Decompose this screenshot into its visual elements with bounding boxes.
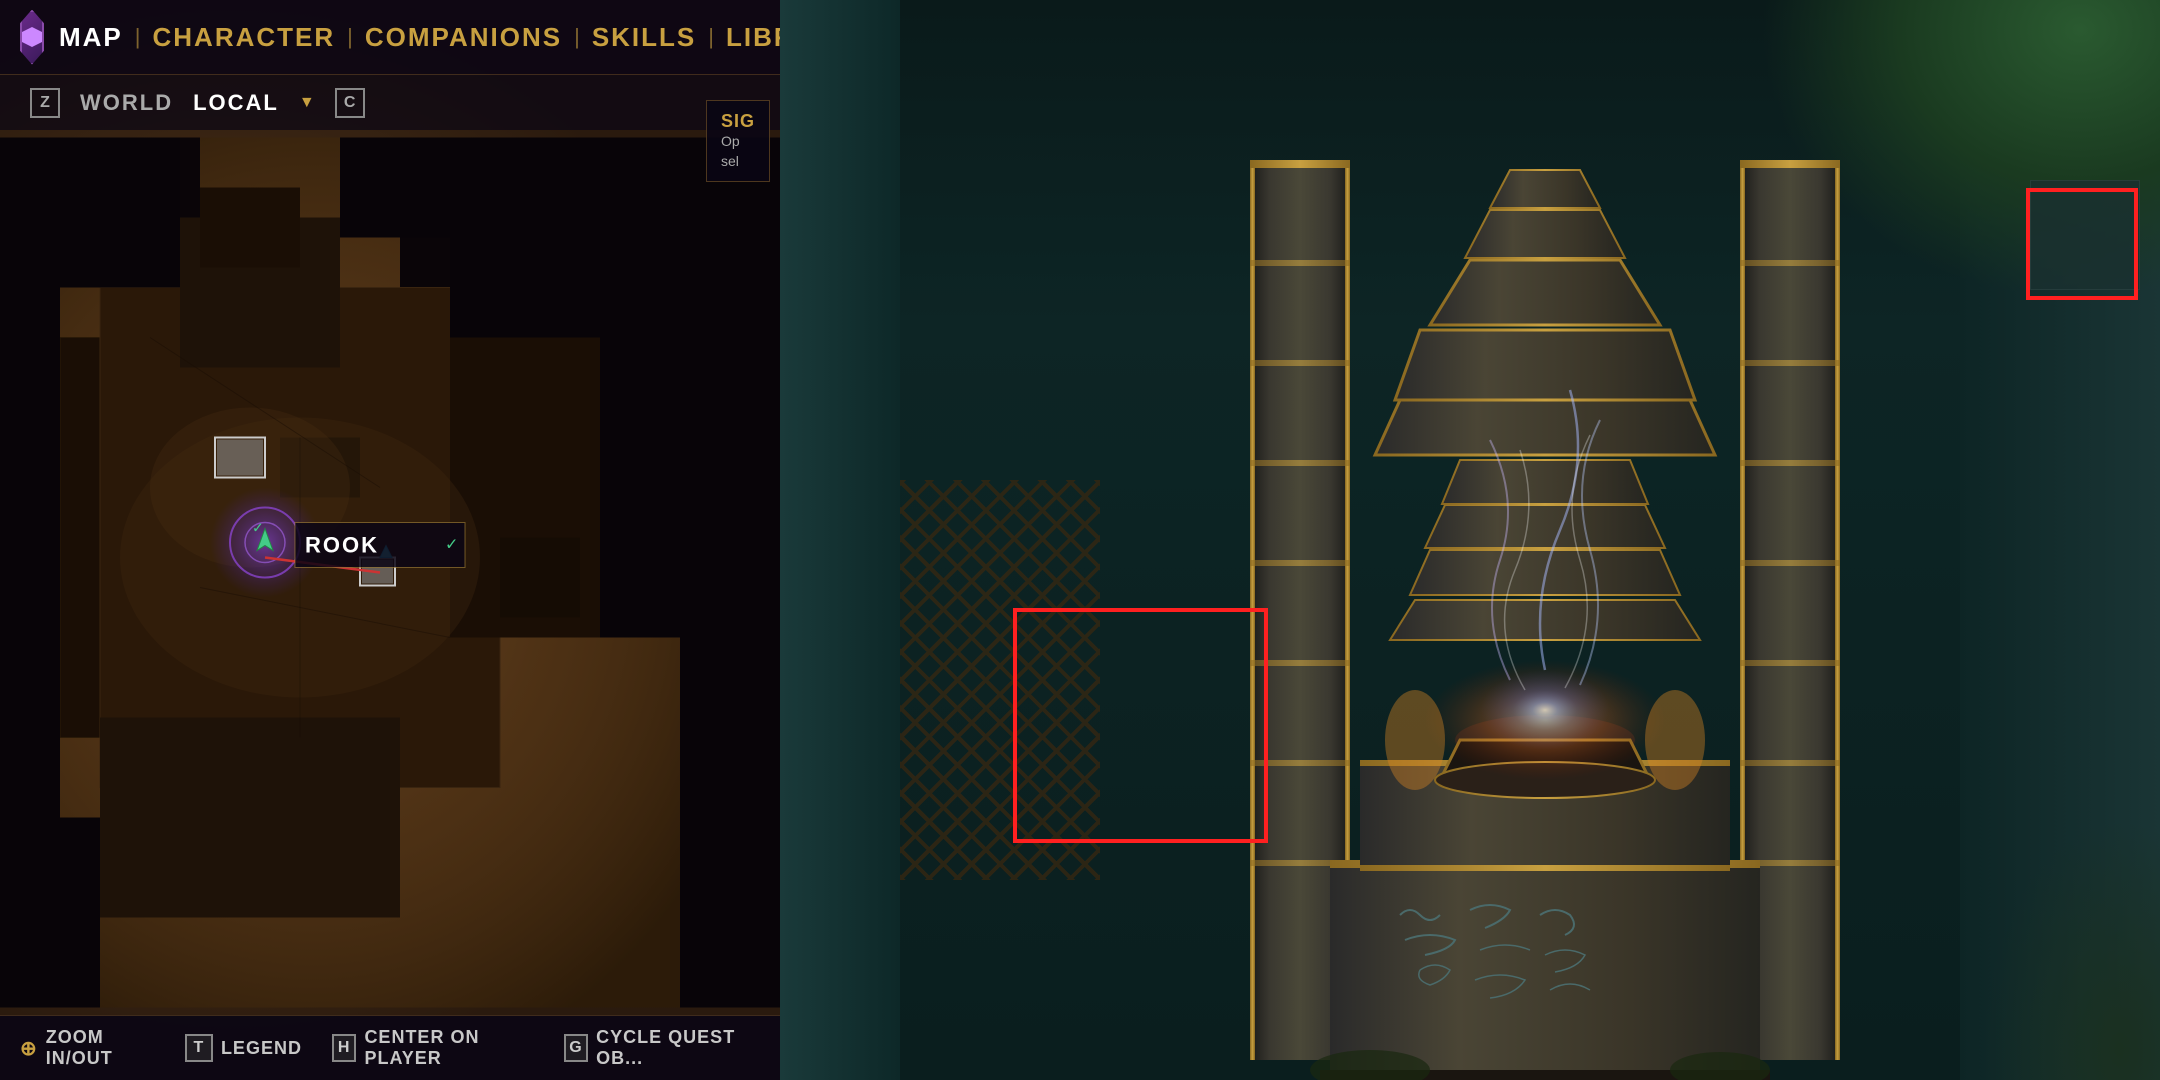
nav-sep-4: | (708, 24, 714, 50)
nav-library[interactable]: LIBRARY (726, 22, 780, 53)
game-panel (780, 0, 2160, 1080)
zoom-action: ⊕ ZOOM IN/OUT (20, 1027, 155, 1069)
map-icon[interactable] (20, 10, 44, 65)
legend-key[interactable]: T (185, 1034, 213, 1062)
nav-sep-2: | (347, 24, 353, 50)
cycle-key[interactable]: G (564, 1034, 588, 1062)
wall-panel (2030, 180, 2140, 290)
cycle-action: G CYCLE QUEST OB... (564, 1027, 760, 1069)
nav-sep-1: | (135, 24, 141, 50)
svg-text:ROOK: ROOK (305, 533, 379, 558)
sub-nav-local[interactable]: LOCAL (193, 90, 279, 116)
center-label: CENTER ON PLAYER (364, 1027, 533, 1069)
zoom-label: ZOOM IN/OUT (46, 1027, 155, 1069)
legend-label: LEGEND (221, 1038, 302, 1059)
legend-action: T LEGEND (185, 1034, 302, 1062)
left-wall (780, 0, 900, 1080)
nav-character[interactable]: CHARACTER (153, 22, 336, 53)
bottom-bar: ⊕ ZOOM IN/OUT T LEGEND H CENTER ON PLAYE… (0, 1015, 780, 1080)
game-background (780, 0, 2160, 1080)
map-svg: ROOK ✓ ✓ (0, 130, 780, 1015)
sig-text-1: Op (721, 132, 755, 152)
top-navigation: MAP | CHARACTER | COMPANIONS | SKILLS | … (0, 0, 780, 75)
sig-title: SIG (721, 111, 755, 132)
sub-nav-world[interactable]: WORLD (80, 90, 173, 116)
center-key[interactable]: H (332, 1034, 356, 1062)
svg-text:✓: ✓ (252, 520, 264, 536)
nav-sep-3: | (574, 24, 580, 50)
z-key-badge: Z (30, 88, 60, 118)
map-content[interactable]: ROOK ✓ ✓ (0, 130, 780, 1015)
foliage-bottom-right (1960, 780, 2160, 1080)
nav-companions[interactable]: COMPANIONS (365, 22, 562, 53)
sig-text-2: sel (721, 152, 755, 172)
cycle-label: CYCLE QUEST OB... (596, 1027, 760, 1069)
svg-text:✓: ✓ (445, 537, 458, 554)
sub-navigation: Z WORLD LOCAL ▼ C (0, 75, 780, 130)
nav-skills[interactable]: SKILLS (592, 22, 696, 53)
center-action: H CENTER ON PLAYER (332, 1027, 534, 1069)
nav-map[interactable]: MAP (59, 22, 123, 53)
local-arrow-down: ▼ (299, 94, 315, 112)
c-key-badge: C (335, 88, 365, 118)
trellis (900, 480, 1100, 880)
shrine-svg (1170, 60, 1920, 1080)
map-panel: MAP | CHARACTER | COMPANIONS | SKILLS | … (0, 0, 780, 1080)
zoom-icon: ⊕ (20, 1036, 38, 1061)
sig-tooltip: SIG Op sel (706, 100, 770, 182)
